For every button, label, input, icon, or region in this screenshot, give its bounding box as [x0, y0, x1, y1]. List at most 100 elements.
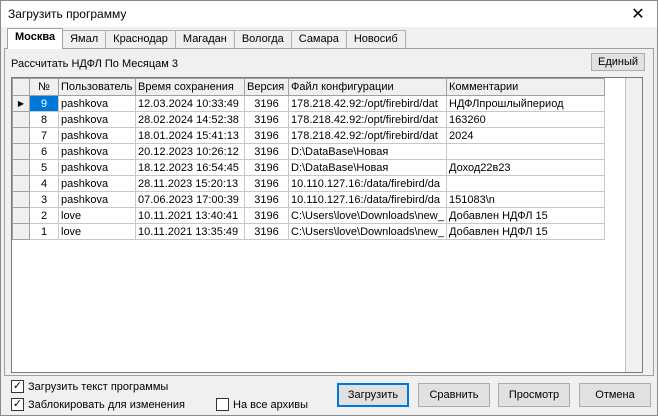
lock-changes-label: Заблокировать для изменения: [28, 398, 185, 411]
saved-time-cell[interactable]: 28.11.2023 15:20:13: [135, 175, 245, 192]
cancel-button[interactable]: Отмена: [579, 383, 651, 407]
view-button[interactable]: Просмотр: [498, 383, 570, 407]
tab-vologda[interactable]: Вологда: [233, 30, 292, 49]
row-number-cell[interactable]: 8: [29, 111, 59, 128]
user-cell[interactable]: pashkova: [58, 111, 136, 128]
row-number-cell[interactable]: 5: [29, 159, 59, 176]
table-row[interactable]: ▶ 9 pashkova 12.03.2024 10:33:49 3196 178.218…: [12, 95, 605, 112]
user-cell[interactable]: pashkova: [58, 191, 136, 208]
column-header[interactable]: Пользователь: [58, 78, 136, 96]
version-cell[interactable]: 3196: [244, 207, 289, 224]
tab-yamal[interactable]: Ямал: [62, 30, 107, 49]
single-button[interactable]: Единый: [591, 53, 645, 71]
user-cell[interactable]: love: [58, 207, 136, 224]
program-name: Рассчитать НДФЛ По Месяцам 3: [11, 58, 178, 70]
config-file-cell[interactable]: 10.110.127.16:/data/firebird/da: [288, 175, 447, 192]
load-button[interactable]: Загрузить: [337, 383, 409, 407]
row-indicator: [12, 175, 30, 192]
checkbox-unchecked-icon: [216, 398, 229, 411]
config-file-cell[interactable]: 10.110.127.16:/data/firebird/da: [288, 191, 447, 208]
table-row[interactable]: 4 pashkova 28.11.2023 15:20:13 3196 10.110.1…: [12, 175, 605, 192]
checkbox-checked-icon: ✓: [11, 398, 24, 411]
comment-cell[interactable]: НДФЛпрошлыйпериод: [446, 95, 605, 112]
table-row[interactable]: 2 love 10.11.2021 13:40:41 3196 C:\Users\lov…: [12, 207, 605, 224]
version-cell[interactable]: 3196: [244, 111, 289, 128]
saved-time-cell[interactable]: 20.12.2023 10:26:12: [135, 143, 245, 160]
comment-cell[interactable]: Добавлен НДФЛ 15: [446, 223, 605, 240]
config-file-cell[interactable]: 178.218.42.92:/opt/firebird/dat: [288, 111, 447, 128]
table-row[interactable]: 3 pashkova 07.06.2023 17:00:39 3196 10.110.1…: [12, 191, 605, 208]
saved-time-cell[interactable]: 10.11.2021 13:35:49: [135, 223, 245, 240]
version-cell[interactable]: 3196: [244, 191, 289, 208]
lock-changes-checkbox[interactable]: ✓ Заблокировать для изменения: [11, 398, 185, 411]
column-header[interactable]: Время сохранения: [135, 78, 245, 96]
load-text-label: Загрузить текст программы: [28, 380, 169, 393]
column-header[interactable]: №: [29, 78, 59, 96]
comment-cell[interactable]: 2024: [446, 127, 605, 144]
tab-novosib[interactable]: Новосиб: [345, 30, 406, 49]
comment-cell[interactable]: 151083\n: [446, 191, 605, 208]
version-cell[interactable]: 3196: [244, 175, 289, 192]
version-cell[interactable]: 3196: [244, 143, 289, 160]
version-cell[interactable]: 3196: [244, 127, 289, 144]
user-cell[interactable]: pashkova: [58, 127, 136, 144]
compare-button[interactable]: Сравнить: [418, 383, 490, 407]
config-file-cell[interactable]: D:\DataBase\Новая: [288, 159, 447, 176]
comment-cell[interactable]: Доход22в23: [446, 159, 605, 176]
version-cell[interactable]: 3196: [244, 223, 289, 240]
load-text-checkbox[interactable]: ✓ Загрузить текст программы: [11, 380, 168, 393]
version-cell[interactable]: 3196: [244, 95, 289, 112]
table-row[interactable]: 7 pashkova 18.01.2024 15:41:13 3196 178.218.…: [12, 127, 605, 144]
config-file-cell[interactable]: C:\Users\love\Downloads\new_: [288, 207, 447, 224]
saved-time-cell[interactable]: 12.03.2024 10:33:49: [135, 95, 245, 112]
checkbox-checked-icon: ✓: [11, 380, 24, 393]
config-file-cell[interactable]: 178.218.42.92:/opt/firebird/dat: [288, 95, 447, 112]
saved-time-cell[interactable]: 18.12.2023 16:54:45: [135, 159, 245, 176]
saved-time-cell[interactable]: 10.11.2021 13:40:41: [135, 207, 245, 224]
vertical-scrollbar[interactable]: [625, 78, 642, 372]
comment-cell[interactable]: Добавлен НДФЛ 15: [446, 207, 605, 224]
config-file-cell[interactable]: 178.218.42.92:/opt/firebird/dat: [288, 127, 447, 144]
all-archives-checkbox[interactable]: На все архивы: [216, 398, 308, 411]
row-indicator: [12, 191, 30, 208]
config-file-cell[interactable]: C:\Users\love\Downloads\new_: [288, 223, 447, 240]
tab-moskva[interactable]: Москва: [7, 28, 64, 49]
saved-time-cell[interactable]: 18.01.2024 15:41:13: [135, 127, 245, 144]
column-header[interactable]: Версия: [244, 78, 289, 96]
current-row-arrow-icon: ▶: [12, 95, 30, 112]
saved-time-cell[interactable]: 28.02.2024 14:52:38: [135, 111, 245, 128]
close-icon[interactable]: ✕: [623, 3, 653, 25]
row-indicator: [12, 143, 30, 160]
row-number-cell[interactable]: 1: [29, 223, 59, 240]
comment-cell[interactable]: [446, 143, 605, 160]
tab-samara[interactable]: Самара: [290, 30, 347, 49]
row-number-cell[interactable]: 9: [29, 95, 59, 112]
user-cell[interactable]: love: [58, 223, 136, 240]
column-header[interactable]: Комментарии: [446, 78, 605, 96]
comment-cell[interactable]: [446, 175, 605, 192]
saved-time-cell[interactable]: 07.06.2023 17:00:39: [135, 191, 245, 208]
row-number-cell[interactable]: 4: [29, 175, 59, 192]
tab-panel: Рассчитать НДФЛ По Месяцам 3 Единый № По…: [4, 48, 654, 376]
column-header[interactable]: Файл конфигурации: [288, 78, 447, 96]
row-number-cell[interactable]: 2: [29, 207, 59, 224]
table-row[interactable]: 1 love 10.11.2021 13:35:49 3196 C:\Users\lov…: [12, 223, 605, 240]
user-cell[interactable]: pashkova: [58, 143, 136, 160]
table-row[interactable]: 6 pashkova 20.12.2023 10:26:12 3196 D:\DataB…: [12, 143, 605, 160]
header-indicator: [12, 78, 30, 96]
comment-cell[interactable]: 163260: [446, 111, 605, 128]
row-number-cell[interactable]: 7: [29, 127, 59, 144]
versions-grid: № Пользователь Время сохранения Версия Ф…: [11, 77, 643, 373]
user-cell[interactable]: pashkova: [58, 175, 136, 192]
row-number-cell[interactable]: 3: [29, 191, 59, 208]
row-number-cell[interactable]: 6: [29, 143, 59, 160]
tab-krasnodar[interactable]: Краснодар: [105, 30, 176, 49]
title-bar: Загрузить программу ✕: [1, 1, 657, 27]
table-row[interactable]: 5 pashkova 18.12.2023 16:54:45 3196 D:\DataB…: [12, 159, 605, 176]
user-cell[interactable]: pashkova: [58, 159, 136, 176]
table-row[interactable]: 8 pashkova 28.02.2024 14:52:38 3196 178.218.…: [12, 111, 605, 128]
version-cell[interactable]: 3196: [244, 159, 289, 176]
tab-magadan[interactable]: Магадан: [174, 30, 235, 49]
config-file-cell[interactable]: D:\DataBase\Новая: [288, 143, 447, 160]
user-cell[interactable]: pashkova: [58, 95, 136, 112]
